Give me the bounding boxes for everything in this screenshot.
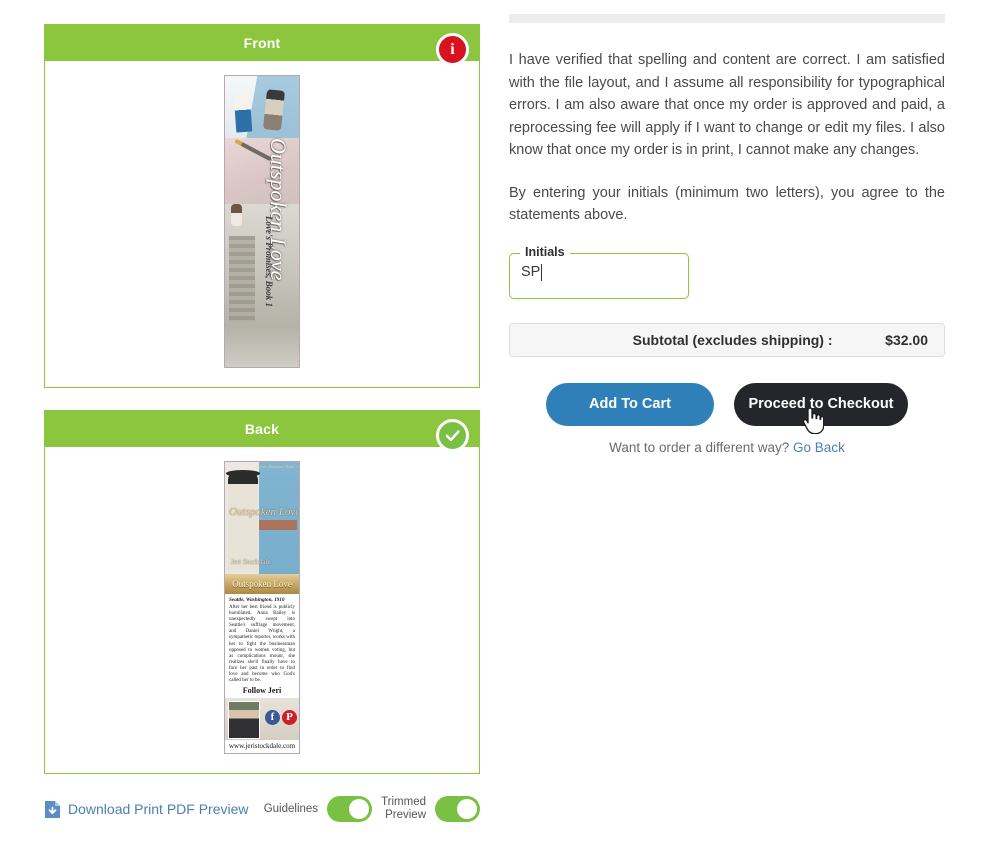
guidelines-label: Guidelines: [263, 802, 319, 815]
back-panel-body: Love's Promises, Book 1 Outspoken Love J…: [45, 447, 479, 773]
initials-label: Initials: [520, 244, 570, 259]
text-caret: [541, 263, 543, 281]
back-art-cover-title: Outspoken Love: [229, 506, 299, 518]
front-art-figure-b: [262, 89, 286, 131]
trimmed-preview-label: Trimmed Preview: [381, 796, 426, 822]
front-art-person: [231, 204, 242, 226]
front-bookmark-artwork[interactable]: Outspoken Love Love's Promises, Book 1: [224, 75, 300, 368]
author-photo: [228, 701, 260, 739]
add-to-cart-button[interactable]: Add To Cart: [546, 382, 714, 426]
trimmed-preview-label-line2: Preview: [385, 809, 426, 821]
back-art-social-row: f P: [225, 698, 299, 742]
front-art-subtitle: Love's Promises, Book 1: [261, 216, 277, 336]
front-preview-panel: Front i Outspoken Love Love's Promises, …: [44, 24, 480, 388]
trimmed-preview-label-line1: Trimmed: [381, 796, 426, 808]
front-art-subtitle-text: Love's Promises, Book 1: [264, 216, 274, 307]
initials-field[interactable]: Initials SP: [509, 244, 689, 299]
agreement-text: I have verified that spelling and conten…: [509, 49, 945, 227]
progress-bar: [509, 14, 945, 23]
agreement-paragraph-1: I have verified that spelling and conten…: [509, 52, 945, 158]
proceed-to-checkout-button[interactable]: Proceed to Checkout: [734, 382, 908, 426]
back-art-follow: Follow Jeri: [242, 686, 282, 695]
back-art-hat: [226, 470, 260, 477]
trimmed-preview-toggle[interactable]: [435, 796, 480, 822]
back-art-blurb: Seattle, Washington, 1910 After her best…: [225, 594, 299, 686]
check-circle-icon[interactable]: [436, 419, 469, 452]
approval-column: I have verified that spelling and conten…: [509, 14, 945, 455]
back-preview-panel: Back Love's Promises, Book 1 Outspoken L…: [44, 410, 480, 774]
guidelines-toggle[interactable]: [327, 796, 373, 822]
back-art-url: www.jeristockdale.com: [225, 740, 299, 753]
guidelines-toggle-knob: [349, 799, 370, 819]
back-bookmark-artwork[interactable]: Love's Promises, Book 1 Outspoken Love J…: [224, 461, 300, 754]
download-pdf-preview-button[interactable]: Download Print PDF Preview: [44, 800, 249, 819]
subtotal-row: Subtotal (excludes shipping) : $32.00: [509, 322, 945, 357]
info-icon-glyph: i: [450, 40, 455, 58]
back-art-blurb-text: After her best friend is publicly humili…: [229, 605, 295, 684]
preview-toggles: Guidelines Trimmed Preview: [264, 796, 480, 822]
file-download-icon: [44, 800, 61, 819]
pinterest-icon: P: [282, 710, 297, 725]
back-art-band-text: Outspoken Love: [232, 579, 292, 589]
back-art-cover: Love's Promises, Book 1 Outspoken Love J…: [225, 462, 299, 574]
back-art-author: Jeri Stockdale: [231, 558, 271, 566]
facebook-icon: f: [265, 710, 280, 725]
info-icon[interactable]: i: [436, 33, 469, 66]
download-pdf-preview-label: Download Print PDF Preview: [68, 801, 249, 817]
front-art-building: [229, 236, 255, 322]
order-different-way-text: Want to order a different way?: [609, 439, 790, 455]
back-art-pier: [259, 520, 297, 530]
subtotal-value: $32.00: [885, 331, 928, 348]
front-panel-header: Front: [45, 25, 479, 61]
trimmed-preview-toggle-knob: [457, 799, 477, 819]
back-art-figure: [228, 472, 258, 570]
back-art-title-band: Outspoken Love: [225, 574, 299, 594]
front-art-photo: [225, 76, 299, 138]
initials-input-value: SP: [521, 264, 541, 280]
front-art-figure-a: [233, 93, 253, 133]
preview-column: Front i Outspoken Love Love's Promises, …: [44, 24, 480, 774]
back-art-series: Love's Promises, Book 1: [257, 464, 297, 469]
action-buttons: Add To Cart Proceed to Checkout: [509, 382, 945, 426]
subtotal-label: Subtotal (excludes shipping) :: [632, 331, 833, 348]
front-panel-body: Outspoken Love Love's Promises, Book 1: [45, 61, 479, 387]
back-art-location: Seattle, Washington, 1910: [229, 597, 285, 603]
go-back-link[interactable]: Go Back: [793, 440, 845, 455]
check-icon-glyph: [445, 430, 460, 442]
order-approval-page: Front i Outspoken Love Love's Promises, …: [0, 0, 1004, 844]
back-panel-header: Back: [45, 411, 479, 447]
agreement-paragraph-2: By entering your initials (minimum two l…: [509, 184, 945, 224]
preview-toolbar: Download Print PDF Preview Guidelines Tr…: [44, 793, 480, 825]
initials-input[interactable]: SP: [521, 263, 543, 281]
order-different-way: Want to order a different way? Go Back: [509, 440, 945, 455]
